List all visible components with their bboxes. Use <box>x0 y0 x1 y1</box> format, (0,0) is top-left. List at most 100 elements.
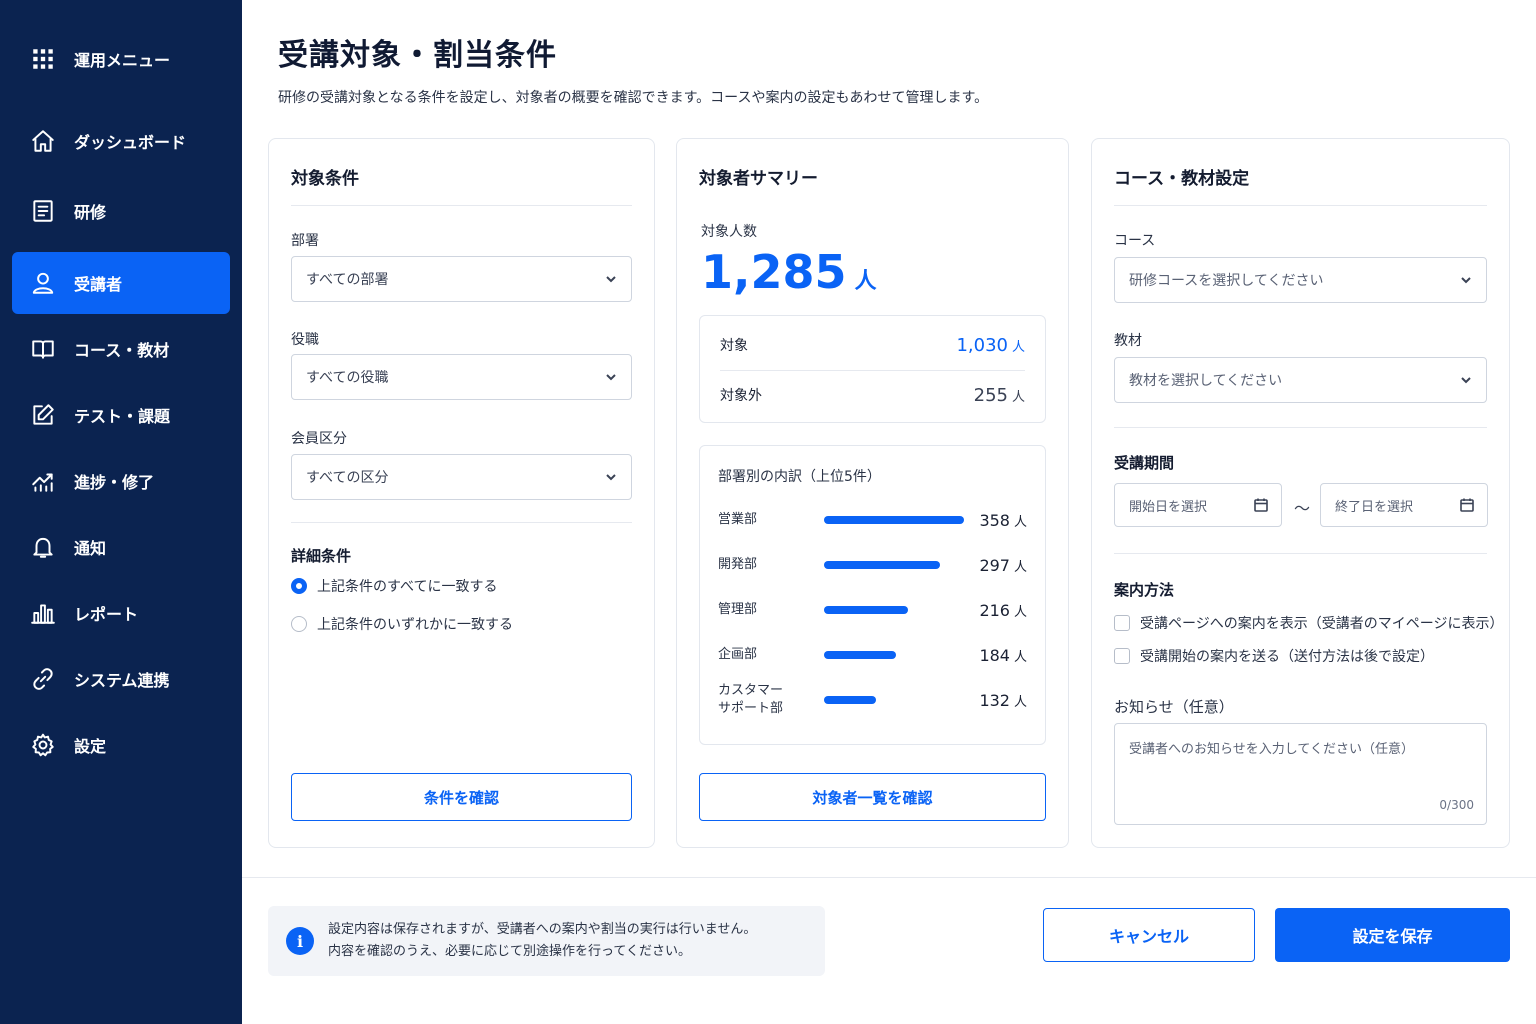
edit-icon <box>30 402 56 428</box>
excluded-unit: 人 <box>1011 389 1025 405</box>
divider <box>1114 553 1487 554</box>
bar-track <box>824 606 964 614</box>
notice-line: 内容を確認のうえ、必要に応じて別途操作を行ってください。 <box>328 944 691 959</box>
divider <box>291 522 632 523</box>
course-label: コース <box>1114 233 1156 249</box>
end-date-input[interactable]: 終了日を選択 <box>1320 483 1488 527</box>
radio-label: 上記条件のいずれかに一致する <box>317 617 513 633</box>
start-date-input[interactable]: 開始日を選択 <box>1114 483 1282 527</box>
bar-track <box>824 651 964 659</box>
checkbox-icon <box>1114 615 1130 631</box>
user-icon <box>30 270 56 296</box>
sidebar-item-settings[interactable]: 設定 <box>12 714 230 776</box>
save-button[interactable]: 設定を保存 <box>1275 908 1510 962</box>
card-title: 対象者サマリー <box>699 169 818 189</box>
bar-chart-icon <box>30 600 56 626</box>
sidebar-item-notifications[interactable]: 通知 <box>12 516 230 578</box>
end-date-placeholder: 終了日を選択 <box>1335 499 1414 515</box>
sidebar-item-label: 研修 <box>74 203 107 222</box>
breakdown-row: カスタマーサポート部 132 人 <box>718 680 1027 720</box>
chevron-down-icon <box>605 273 617 285</box>
sidebar-item-label: 進捗・修了 <box>74 473 155 492</box>
sidebar-item-dashboard[interactable]: ダッシュボード <box>12 110 230 172</box>
view-learner-list-button[interactable]: 対象者一覧を確認 <box>699 773 1046 821</box>
target-value: 1,030 人 <box>956 335 1025 356</box>
department-count-value: 358 <box>979 510 1010 530</box>
start-date-placeholder: 開始日を選択 <box>1129 499 1208 515</box>
notice-label: お知らせ（任意） <box>1114 698 1234 716</box>
notice-textarea[interactable]: 受講者へのお知らせを入力してください（任意） 0/300 <box>1114 723 1487 825</box>
guide-send-checkbox[interactable]: 受講開始の案内を送る（送付方法は後で設定） <box>1114 646 1434 666</box>
material-label: 教材 <box>1114 333 1142 349</box>
department-count: 358 人 <box>964 511 1027 530</box>
material-select[interactable]: 教材を選択してください <box>1114 357 1487 403</box>
course-card: コース・教材設定 コース 研修コースを選択してください 教材 教材を選択してくだ… <box>1091 138 1510 848</box>
radio-match-any[interactable]: 上記条件のいずれかに一致する <box>291 614 513 634</box>
sidebar-item-courses[interactable]: コース・教材 <box>12 318 230 380</box>
sidebar-item-integrations[interactable]: システム連携 <box>12 648 230 710</box>
department-value: すべての部署 <box>306 272 389 288</box>
breakdown-row: 企画部 184 人 <box>718 635 1027 675</box>
position-label: 役職 <box>291 332 319 348</box>
bar <box>824 561 940 569</box>
material-placeholder: 教材を選択してください <box>1129 373 1283 389</box>
sidebar-item-learners[interactable]: 受講者 <box>12 252 230 314</box>
confirm-conditions-button[interactable]: 条件を確認 <box>291 773 632 821</box>
divider <box>1114 205 1487 206</box>
sidebar-item-label: 受講者 <box>74 275 123 294</box>
department-count-value: 216 <box>979 600 1010 620</box>
notice-text: 設定内容は保存されますが、受講者への案内や割当の実行は行いません。 内容を確認の… <box>328 919 756 963</box>
sidebar: 運用メニュー ダッシュボード 研修 受講者 コース・教材 テスト・課題 進捗・修… <box>0 0 242 1024</box>
department-count-value: 297 <box>979 555 1010 575</box>
sidebar-item-training[interactable]: 研修 <box>12 180 230 242</box>
member-select[interactable]: すべての区分 <box>291 454 632 500</box>
book-icon <box>30 336 56 362</box>
department-name: カスタマーサポート部 <box>718 683 784 716</box>
gear-icon <box>30 732 56 758</box>
sidebar-item-progress[interactable]: 進捗・修了 <box>12 450 230 512</box>
notice-placeholder: 受講者へのお知らせを入力してください（任意） <box>1129 742 1414 757</box>
department-count-unit: 人 <box>1013 694 1027 710</box>
sidebar-item-label: コース・教材 <box>74 341 170 360</box>
bar <box>824 651 896 659</box>
target-split-box: 対象 1,030 人 対象外 255 人 <box>699 315 1046 423</box>
conditions-card: 対象条件 部署 すべての部署 役職 すべての役職 会員区分 すべての区分 詳細条… <box>268 138 655 848</box>
target-label: 対象 <box>720 338 748 354</box>
bell-icon <box>30 534 56 560</box>
sidebar-item-tests[interactable]: テスト・課題 <box>12 384 230 446</box>
department-count-value: 184 <box>979 645 1010 665</box>
department-count-unit: 人 <box>1013 514 1027 530</box>
chevron-down-icon <box>1460 274 1472 286</box>
menu-header: 運用メニュー <box>30 46 170 72</box>
member-label: 会員区分 <box>291 431 347 447</box>
department-count: 297 人 <box>964 556 1027 575</box>
guide-page-checkbox[interactable]: 受講ページへの案内を表示（受講者のマイページに表示） <box>1114 613 1503 633</box>
page-description: 研修の受講対象となる条件を設定し、対象者の概要を確認できます。コースや案内の設定… <box>278 90 989 106</box>
radio-match-all[interactable]: 上記条件のすべてに一致する <box>291 576 497 596</box>
chevron-down-icon <box>1460 374 1472 386</box>
bar-track <box>824 561 964 569</box>
course-select[interactable]: 研修コースを選択してください <box>1114 257 1487 303</box>
department-name: 管理部 <box>718 602 758 617</box>
info-icon: i <box>286 927 314 955</box>
radio-unselected-icon <box>291 616 307 632</box>
link-icon <box>30 666 56 692</box>
sidebar-item-label: 設定 <box>74 737 107 756</box>
department-name: 企画部 <box>718 647 758 662</box>
target-row: 対象 1,030 人 <box>720 320 1025 370</box>
breakdown-title: 部署別の内訳（上位5件） <box>718 469 881 485</box>
character-counter: 0/300 <box>1439 798 1474 812</box>
info-notice: i 設定内容は保存されますが、受講者への案内や割当の実行は行いません。 内容を確… <box>268 906 825 976</box>
department-count-value: 132 <box>979 690 1010 710</box>
breakdown-row: 営業部 358 人 <box>718 500 1027 540</box>
member-value: すべての区分 <box>306 470 389 486</box>
trend-icon <box>30 468 56 494</box>
sidebar-item-reports[interactable]: レポート <box>12 582 230 644</box>
position-select[interactable]: すべての役職 <box>291 354 632 400</box>
checkbox-label: 受講開始の案内を送る（送付方法は後で設定） <box>1140 649 1434 665</box>
cancel-button[interactable]: キャンセル <box>1043 908 1255 962</box>
excluded-value: 255 人 <box>974 385 1025 406</box>
grid-icon <box>30 46 56 72</box>
department-select[interactable]: すべての部署 <box>291 256 632 302</box>
bar-track <box>824 696 964 704</box>
